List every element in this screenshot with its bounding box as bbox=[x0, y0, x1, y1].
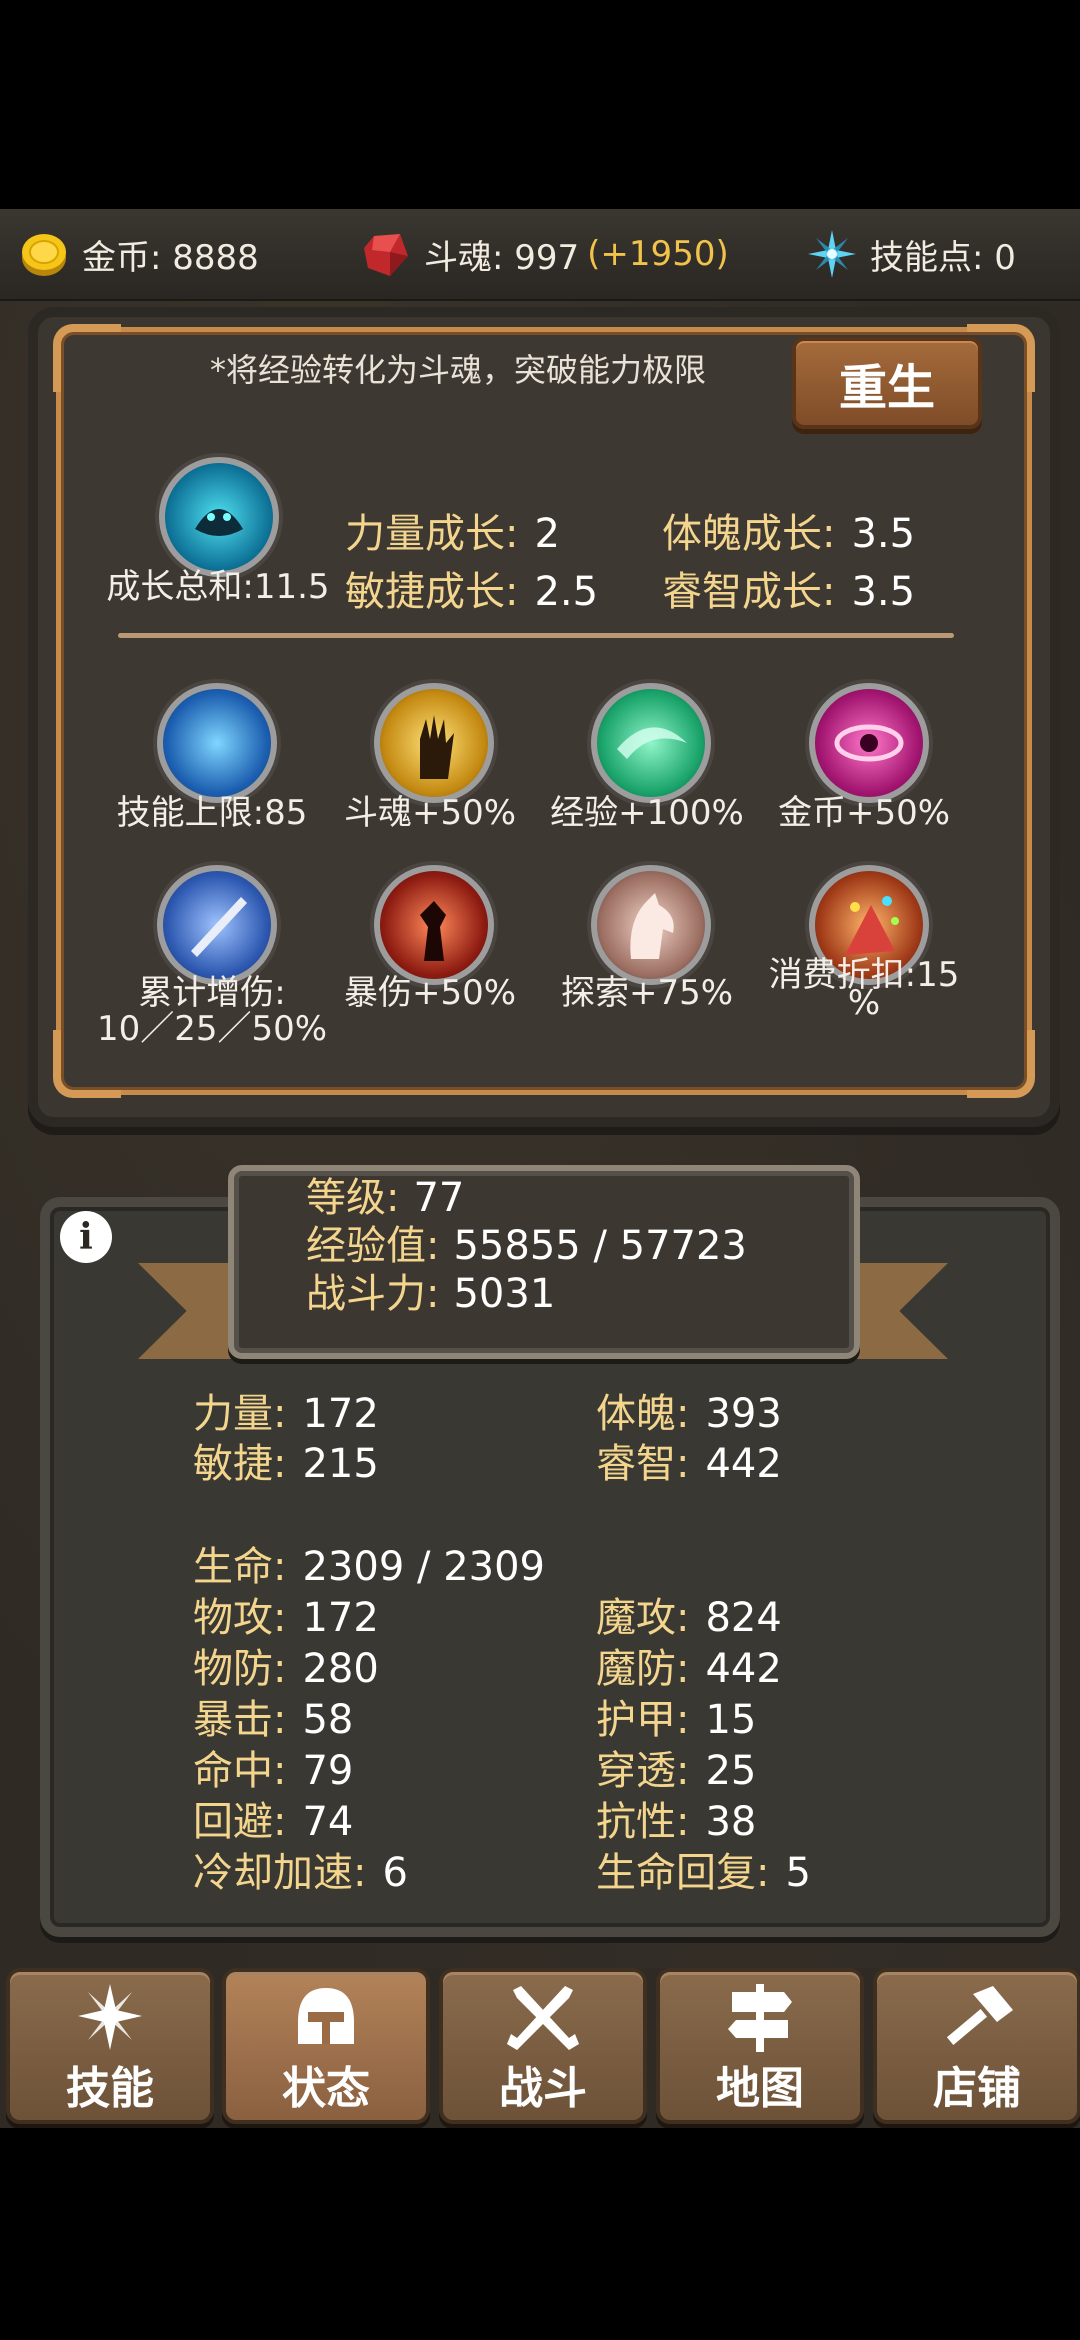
perk-label-line2: 10／25／50% bbox=[96, 1009, 328, 1049]
constitution-growth: 体魄成长: 3.5 bbox=[662, 511, 916, 557]
crossed-swords-icon bbox=[507, 1986, 579, 2050]
power-row: 战斗力: 5031 bbox=[306, 1271, 556, 1317]
info-icon[interactable]: i bbox=[60, 1211, 112, 1263]
phys-attack-stat: 物攻: 172 bbox=[193, 1595, 379, 1641]
agility-stat: 敏捷: 215 bbox=[193, 1441, 379, 1487]
nav-battle[interactable]: 战斗 bbox=[439, 1968, 647, 2124]
signpost-icon bbox=[728, 1984, 792, 2052]
resource-bar: 金币: 8888 斗魂: 997 (+1950) 技能点: 0 bbox=[0, 209, 1080, 301]
phys-defense-stat: 物防: 280 bbox=[193, 1646, 379, 1692]
growth-total: 成长总和:11.5 bbox=[106, 567, 330, 607]
strength-growth: 力量成长: 2 bbox=[345, 511, 560, 557]
sparkle-icon bbox=[78, 1984, 142, 2050]
wisdom-stat: 睿智: 442 bbox=[596, 1441, 782, 1487]
magic-defense-stat: 魔防: 442 bbox=[596, 1646, 782, 1692]
panel-divider bbox=[118, 633, 954, 638]
crit-stat: 暴击: 58 bbox=[193, 1697, 354, 1743]
perk-label: 金币+50% bbox=[777, 793, 951, 833]
perk-label-line2: % bbox=[847, 983, 881, 1023]
nav-map[interactable]: 地图 bbox=[656, 1968, 864, 2124]
red-crystal-icon bbox=[364, 234, 408, 276]
armor-stat: 护甲: 15 bbox=[596, 1697, 757, 1743]
gold-coin-icon bbox=[22, 234, 66, 276]
dodge-stat: 回避: 74 bbox=[193, 1799, 354, 1845]
perk-label: 斗魂+50% bbox=[343, 793, 517, 833]
penetration-stat: 穿透: 25 bbox=[596, 1748, 757, 1794]
perk-label: 技能上限:85 bbox=[116, 793, 308, 833]
perk-label: 探索+75% bbox=[560, 973, 734, 1013]
hit-stat: 命中: 79 bbox=[193, 1748, 354, 1794]
nav-shop[interactable]: 店铺 bbox=[873, 1968, 1080, 2124]
game-screen: 金币: 8888 斗魂: 997 (+1950) 技能点: 0 *将经验转化为斗… bbox=[0, 209, 1080, 2128]
nav-skills[interactable]: 技能 bbox=[6, 1968, 214, 2124]
perk-label: 经验+100% bbox=[550, 793, 744, 833]
magic-attack-stat: 魔攻: 824 bbox=[596, 1595, 782, 1641]
gold-counter: 金币: 8888 bbox=[18, 227, 259, 281]
perk-label: 暴伤+50% bbox=[343, 973, 517, 1013]
agility-growth: 敏捷成长: 2.5 bbox=[345, 569, 599, 615]
wisdom-growth: 睿智成长: 3.5 bbox=[662, 569, 916, 615]
bottom-nav: 技能 状态 战斗 地图 店铺 bbox=[0, 1968, 1080, 2128]
rebirth-notice: *将经验转化为斗魂，突破能力极限 bbox=[210, 351, 707, 389]
hp-stat: 生命: 2309 / 2309 bbox=[193, 1544, 545, 1590]
blue-star-icon bbox=[808, 230, 856, 278]
skill-points-counter: 技能点: 0 bbox=[806, 227, 1016, 281]
hp-regen-stat: 生命回复: 5 bbox=[596, 1850, 811, 1896]
nav-status[interactable]: 状态 bbox=[222, 1968, 430, 2124]
resistance-stat: 抗性: 38 bbox=[596, 1799, 757, 1845]
cooldown-stat: 冷却加速: 6 bbox=[193, 1850, 408, 1896]
hammer-icon bbox=[946, 1986, 1013, 2045]
rebirth-button[interactable]: 重生 bbox=[792, 337, 982, 429]
soul-counter: 斗魂: 997 (+1950) bbox=[360, 227, 729, 281]
helmet-icon bbox=[298, 1988, 354, 2044]
